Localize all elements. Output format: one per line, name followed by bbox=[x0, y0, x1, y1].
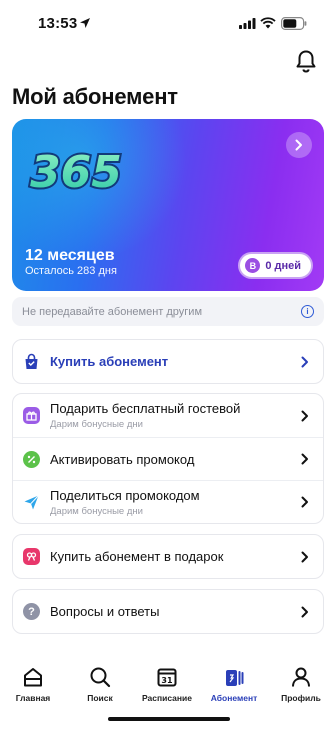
gift-guest-sub: Дарим бонусные дни bbox=[50, 419, 143, 430]
days-remaining: Осталось 283 дня bbox=[25, 265, 117, 277]
send-icon bbox=[23, 494, 40, 511]
tab-schedule[interactable]: 31 Расписание bbox=[137, 662, 197, 703]
gift-guest-row[interactable]: Подарить бесплатный гостевой Дарим бонус… bbox=[13, 394, 323, 437]
chevron-right-icon bbox=[301, 606, 308, 617]
card-icon bbox=[226, 670, 244, 686]
chevron-right-icon bbox=[301, 551, 308, 562]
faq-label: Вопросы и ответы bbox=[50, 604, 160, 619]
tab-subscription[interactable]: Абонемент bbox=[204, 662, 264, 703]
tab-schedule-label: Расписание bbox=[141, 693, 193, 703]
logo-365: 365 bbox=[28, 145, 124, 200]
bonus-days-text: 0 дней bbox=[265, 259, 301, 272]
chevron-right-icon bbox=[301, 410, 308, 421]
gift-box-icon bbox=[23, 548, 40, 565]
gift-guest-label: Подарить бесплатный гостевой bbox=[50, 401, 241, 416]
chevron-right-icon bbox=[295, 139, 302, 151]
activate-promo-label: Активировать промокод bbox=[50, 451, 195, 467]
tab-home-label: Главная bbox=[15, 693, 51, 703]
svg-text:31: 31 bbox=[161, 676, 173, 685]
profile-icon bbox=[292, 667, 310, 687]
tab-home[interactable]: Главная bbox=[3, 662, 63, 703]
bell-icon[interactable] bbox=[295, 49, 317, 73]
tab-search-label: Поиск bbox=[87, 693, 113, 703]
home-indicator bbox=[108, 717, 230, 721]
calendar-icon: 31 bbox=[157, 668, 177, 687]
tab-search[interactable]: Поиск bbox=[70, 662, 130, 703]
tab-bar: Главная Поиск 31 Расписание Абонемент Пр… bbox=[0, 662, 336, 712]
info-icon[interactable]: i bbox=[301, 305, 314, 318]
location-arrow-icon bbox=[80, 18, 90, 28]
search-icon bbox=[90, 667, 111, 688]
share-promo-label: Поделиться промокодом bbox=[50, 487, 200, 503]
page-title: Мой абонемент bbox=[12, 84, 178, 109]
subscription-card[interactable]: 365 12 месяцев Осталось 283 дня В 0 дней bbox=[12, 119, 324, 291]
buy-group: Купить абонемент bbox=[12, 339, 324, 384]
chevron-right-icon bbox=[301, 496, 308, 508]
tab-profile[interactable]: Профиль bbox=[271, 662, 331, 703]
notice-banner: Не передавайте абонемент другим i bbox=[12, 297, 324, 326]
percent-icon bbox=[23, 450, 40, 468]
chevron-right-icon bbox=[301, 453, 308, 465]
plan-duration: 12 месяцев bbox=[25, 247, 115, 264]
battery-icon bbox=[281, 17, 307, 30]
gift-subscription-row[interactable]: Купить абонемент в подарок bbox=[13, 535, 323, 578]
gift-subscription-group: Купить абонемент в подарок bbox=[12, 534, 324, 579]
share-promo-row[interactable]: Поделиться промокодом Дарим бонусные дни bbox=[13, 480, 323, 523]
card-open-button[interactable] bbox=[286, 132, 312, 158]
gift-subscription-label: Купить абонемент в подарок bbox=[50, 549, 224, 564]
bonus-icon: В bbox=[245, 258, 261, 273]
bag-icon bbox=[23, 353, 40, 370]
faq-row[interactable]: ? Вопросы и ответы bbox=[13, 590, 323, 633]
faq-group: ? Вопросы и ответы bbox=[12, 589, 324, 634]
activate-promo-row[interactable]: Активировать промокод bbox=[13, 437, 323, 480]
chevron-right-icon bbox=[301, 356, 308, 367]
tab-subscription-label: Абонемент bbox=[210, 693, 258, 703]
status-time: 13:53 bbox=[38, 15, 78, 32]
share-promo-sub: Дарим бонусные дни bbox=[50, 505, 143, 517]
home-icon bbox=[24, 668, 42, 687]
promo-group: Подарить бесплатный гостевой Дарим бонус… bbox=[12, 393, 324, 524]
bonus-days-badge[interactable]: В 0 дней bbox=[238, 252, 313, 279]
question-icon: ? bbox=[23, 603, 40, 620]
notice-text: Не передавайте абонемент другим bbox=[22, 305, 203, 318]
svg-text:365: 365 bbox=[30, 147, 122, 198]
gift-icon bbox=[23, 407, 40, 424]
cellular-signal-icon bbox=[239, 18, 256, 29]
wifi-icon bbox=[260, 17, 276, 29]
buy-subscription-label: Купить абонемент bbox=[50, 354, 169, 369]
tab-profile-label: Профиль bbox=[281, 693, 321, 703]
status-bar: 13:53 bbox=[0, 0, 336, 48]
buy-subscription-row[interactable]: Купить абонемент bbox=[13, 340, 323, 383]
